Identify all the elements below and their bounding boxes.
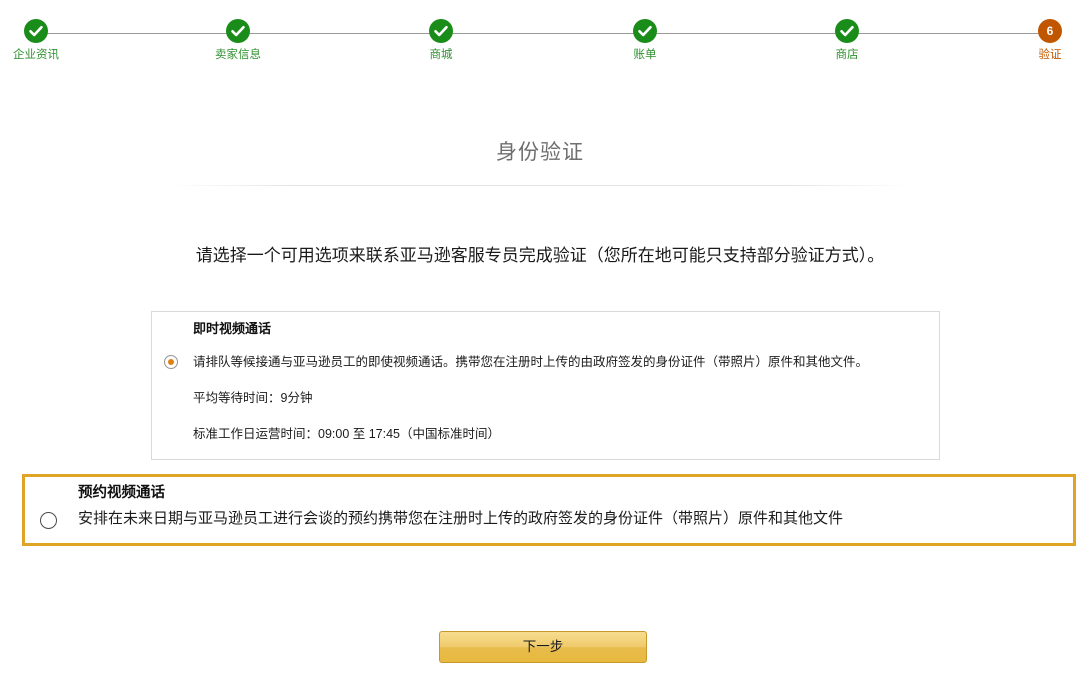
stepper-step-5-label: 商店 — [787, 48, 907, 62]
option-instant-hours: 标准工作日运营时间：09:00 至 17:45（中国标准时间） — [193, 425, 500, 443]
check-icon — [226, 19, 250, 43]
next-button-label: 下一步 — [440, 632, 646, 662]
stepper-step-3-label: 商城 — [381, 48, 501, 62]
stepper-step-6-number: 6 — [1038, 19, 1062, 43]
stepper-step-2[interactable]: 卖家信息 — [178, 19, 298, 62]
title-divider — [168, 185, 912, 186]
check-icon — [633, 19, 657, 43]
stepper-step-1[interactable]: 企业资讯 — [0, 19, 96, 62]
stepper-step-1-label: 企业资讯 — [0, 48, 96, 62]
check-icon — [429, 19, 453, 43]
check-icon — [835, 19, 859, 43]
option-scheduled-description: 安排在未来日期与亚马逊员工进行会谈的预约携带您在注册时上传的政府签发的身份证件（… — [78, 508, 1058, 530]
option-instant-description: 请排队等候接通与亚马逊员工的即使视频通话。携带您在注册时上传的由政府签发的身份证… — [193, 353, 923, 371]
page-title: 身份验证 — [0, 136, 1080, 166]
stepper-step-3[interactable]: 商城 — [381, 19, 501, 62]
stepper-step-2-label: 卖家信息 — [178, 48, 298, 62]
next-button[interactable]: 下一步 — [439, 631, 647, 663]
radio-instant-video-call[interactable] — [164, 355, 178, 369]
option-instant-wait-time: 平均等待时间：9分钟 — [193, 389, 312, 407]
stepper-step-6[interactable]: 6 验证 — [990, 19, 1080, 62]
check-icon — [24, 19, 48, 43]
instruction-text: 请选择一个可用选项来联系亚马逊客服专员完成验证（您所在地可能只支持部分验证方式）… — [0, 243, 1080, 269]
radio-scheduled-video-call[interactable] — [40, 512, 57, 529]
stepper-step-5[interactable]: 商店 — [787, 19, 907, 62]
step-number-badge-icon: 6 — [1038, 19, 1062, 43]
option-instant-title: 即时视频通话 — [193, 320, 271, 338]
progress-stepper: 企业资讯 卖家信息 商城 账单 商店 — [0, 0, 1080, 86]
stepper-step-4[interactable]: 账单 — [585, 19, 705, 62]
option-scheduled-title: 预约视频通话 — [78, 483, 165, 503]
stepper-step-6-label: 验证 — [990, 48, 1080, 62]
stepper-step-4-label: 账单 — [585, 48, 705, 62]
